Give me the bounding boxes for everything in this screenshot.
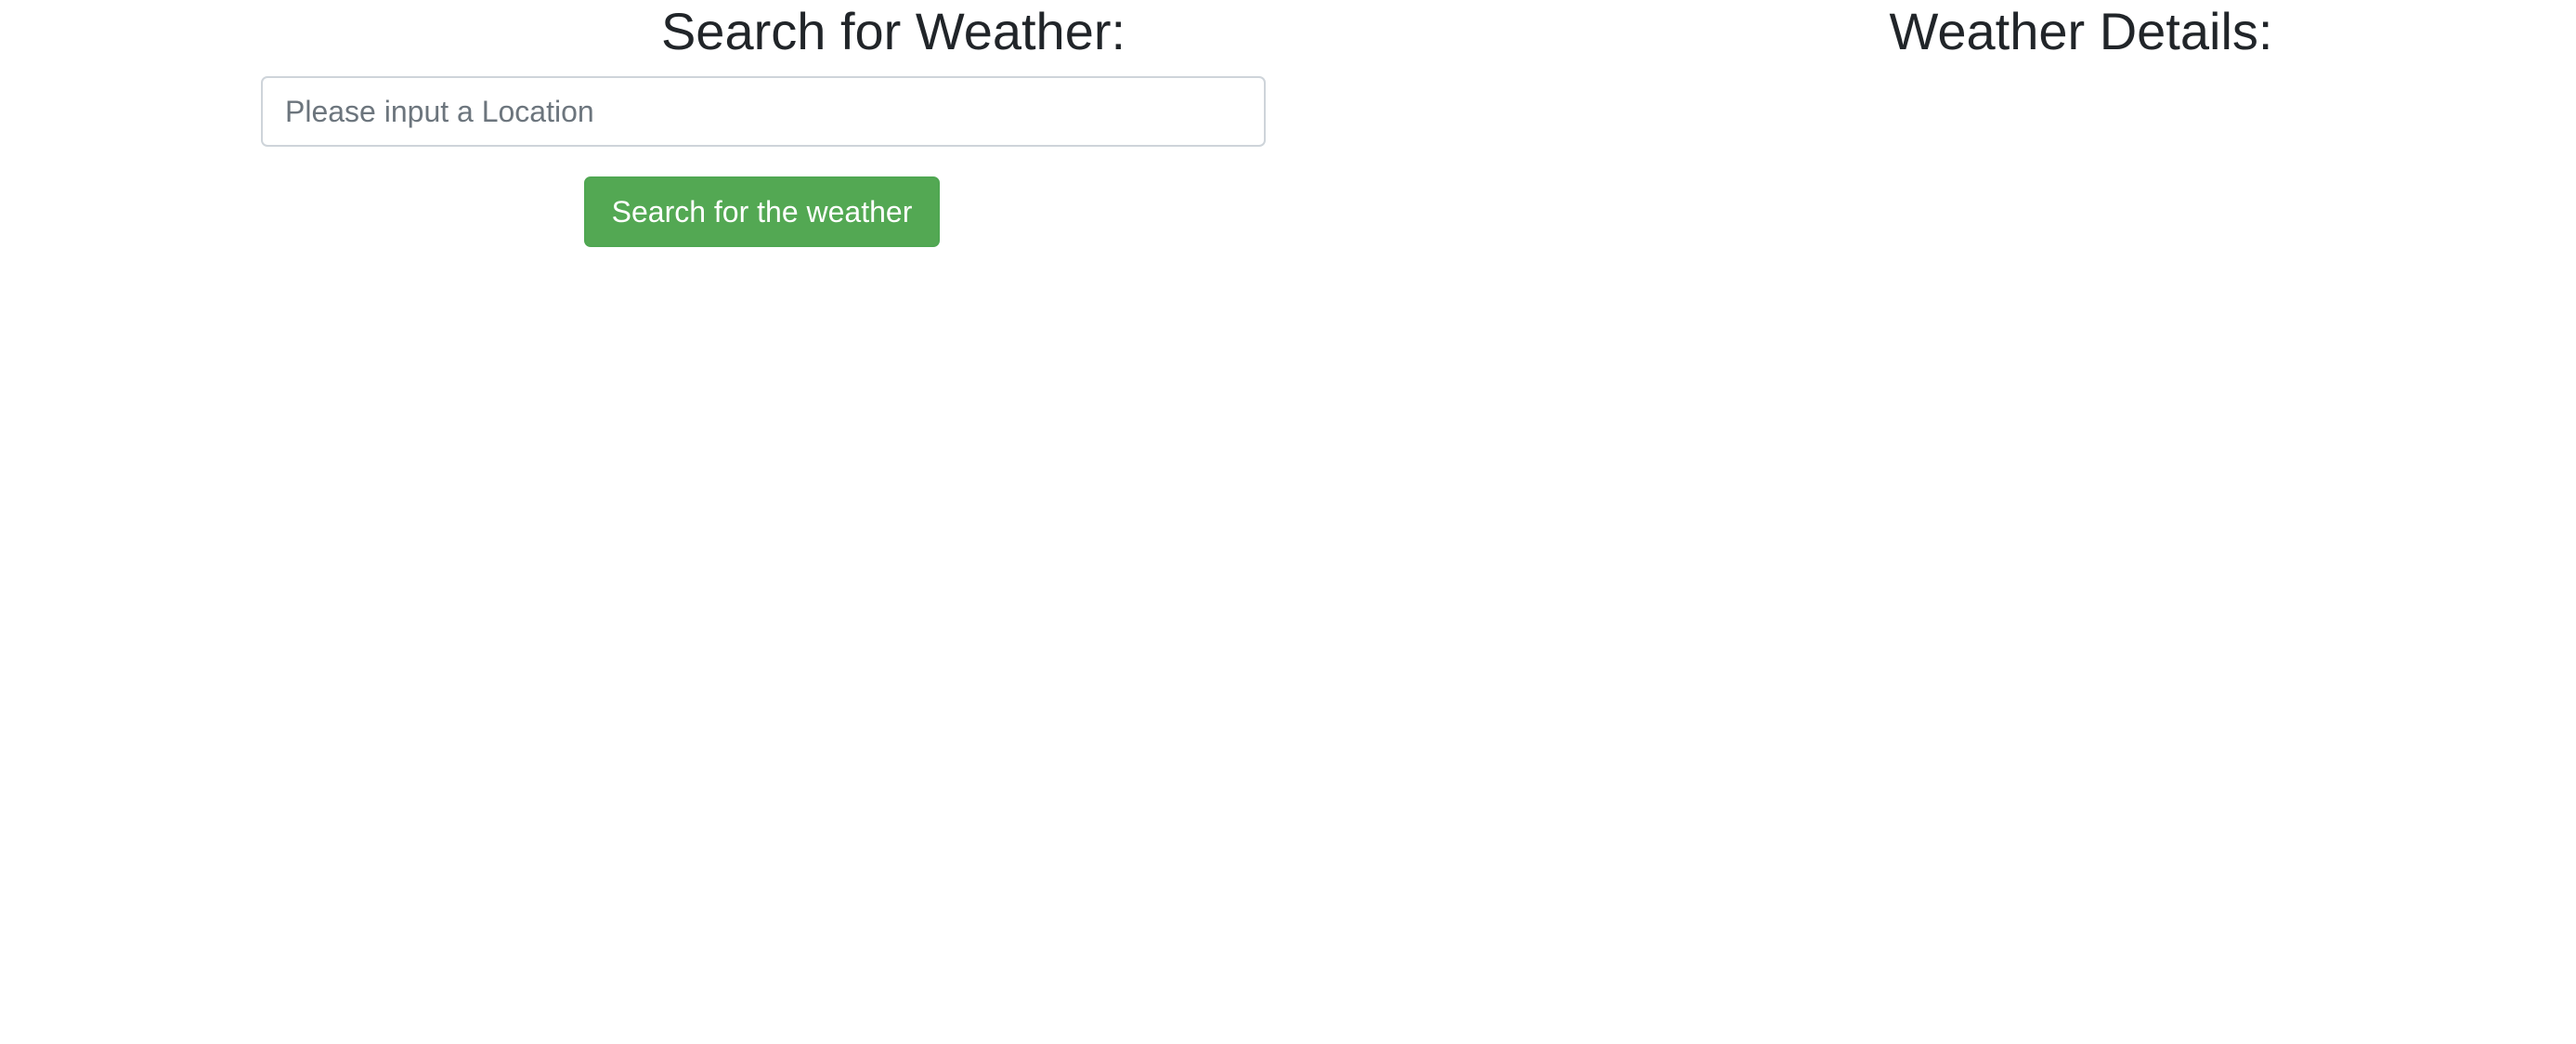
location-input[interactable] <box>261 76 1266 147</box>
search-weather-button[interactable]: Search for the weather <box>584 176 940 247</box>
weather-details-heading: Weather Details: <box>1889 2 2273 60</box>
search-heading: Search for Weather: <box>660 2 1126 60</box>
weather-page: Search for Weather: Search for the weath… <box>0 0 2576 1044</box>
